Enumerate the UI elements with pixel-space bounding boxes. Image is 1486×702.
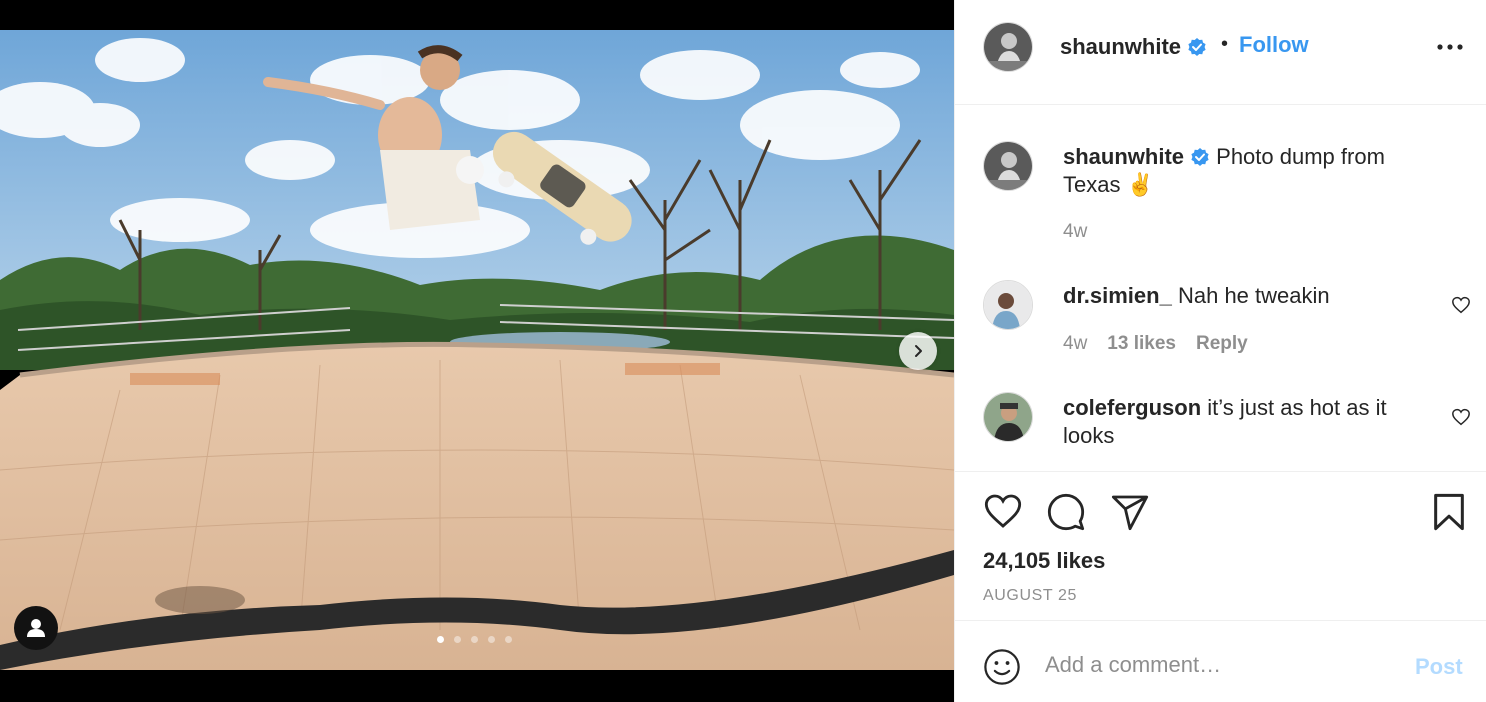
heart-icon — [1452, 296, 1470, 314]
comment-username[interactable]: coleferguson — [1063, 395, 1201, 420]
post-sidebar: shaunwhite • Follow shaunwhite Photo dum… — [954, 0, 1486, 702]
share-button[interactable] — [1109, 492, 1151, 537]
save-button[interactable] — [1431, 492, 1467, 537]
likes-count[interactable]: 24,105 likes — [983, 548, 1105, 574]
caption-meta: 4w — [1063, 221, 1087, 243]
comments-section: shaunwhite Photo dump from Texas ✌️ 4w d… — [955, 105, 1486, 471]
header-separator: • — [1221, 33, 1229, 55]
comment-like-button[interactable] — [1451, 408, 1471, 431]
comment-input[interactable] — [1045, 647, 1385, 683]
carousel-dot — [488, 636, 495, 643]
follow-button[interactable]: Follow — [1239, 32, 1309, 58]
author-username[interactable]: shaunwhite — [1060, 34, 1207, 60]
heart-icon — [1452, 408, 1470, 426]
emoji-icon — [984, 649, 1020, 685]
comment-text: dr.simien_ Nah he tweakin — [1063, 282, 1433, 310]
commenter-avatar[interactable] — [983, 392, 1033, 442]
carousel-dot — [454, 636, 461, 643]
avatar-image — [984, 281, 1032, 329]
post-header: shaunwhite • Follow — [955, 0, 1486, 105]
share-icon — [1111, 495, 1149, 531]
comment-meta: 4w 13 likes Reply — [1063, 333, 1248, 355]
post-photo[interactable] — [0, 30, 954, 670]
post-comment-button[interactable]: Post — [1415, 654, 1463, 680]
commenter-avatar[interactable] — [983, 280, 1033, 330]
caption-age: 4w — [1063, 221, 1088, 242]
comment-username[interactable]: dr.simien_ — [1063, 283, 1172, 308]
comment-age: 4w — [1063, 333, 1088, 354]
post-media — [0, 0, 954, 702]
user-tag-button[interactable] — [14, 606, 58, 650]
carousel-next-button[interactable] — [899, 332, 937, 370]
carousel-dot — [437, 636, 444, 643]
user-tag-icon — [27, 619, 45, 637]
chevron-right-icon — [915, 345, 922, 357]
heart-icon — [984, 494, 1022, 528]
post-date[interactable]: AUGUST 25 — [983, 587, 1077, 605]
avatar-image — [984, 142, 1032, 190]
carousel-indicator — [437, 636, 512, 643]
verified-badge-icon — [1188, 37, 1206, 56]
reply-button[interactable]: Reply — [1196, 333, 1248, 355]
avatar-image — [984, 393, 1032, 441]
carousel-dot — [471, 636, 478, 643]
emoji-button[interactable] — [983, 648, 1021, 691]
caption-username-text: shaunwhite — [1063, 144, 1185, 169]
comment-icon — [1047, 493, 1085, 531]
author-avatar[interactable] — [983, 22, 1033, 72]
comment-button[interactable] — [1045, 492, 1087, 537]
caption-username[interactable]: shaunwhite — [1063, 144, 1210, 169]
more-options-icon — [1437, 44, 1463, 50]
bookmark-icon — [1434, 493, 1464, 531]
caption-avatar[interactable] — [983, 141, 1033, 191]
comment-body: Nah he tweakin — [1177, 283, 1330, 308]
comment-text: coleferguson it’s just as hot as it look… — [1063, 394, 1433, 450]
carousel-dot — [505, 636, 512, 643]
verified-badge-icon — [1191, 147, 1209, 166]
comment-composer: Post — [955, 621, 1486, 702]
post-actions: 24,105 likes AUGUST 25 — [955, 471, 1486, 621]
like-button[interactable] — [983, 492, 1023, 535]
comment-like-button[interactable] — [1451, 296, 1471, 319]
caption-text: shaunwhite Photo dump from Texas ✌️ — [1063, 143, 1433, 199]
more-options-button[interactable] — [1437, 38, 1463, 56]
skatepark-photo — [0, 30, 954, 670]
avatar-image — [984, 23, 1032, 71]
comment-likes[interactable]: 13 likes — [1107, 333, 1176, 355]
author-username-text: shaunwhite — [1060, 34, 1182, 59]
